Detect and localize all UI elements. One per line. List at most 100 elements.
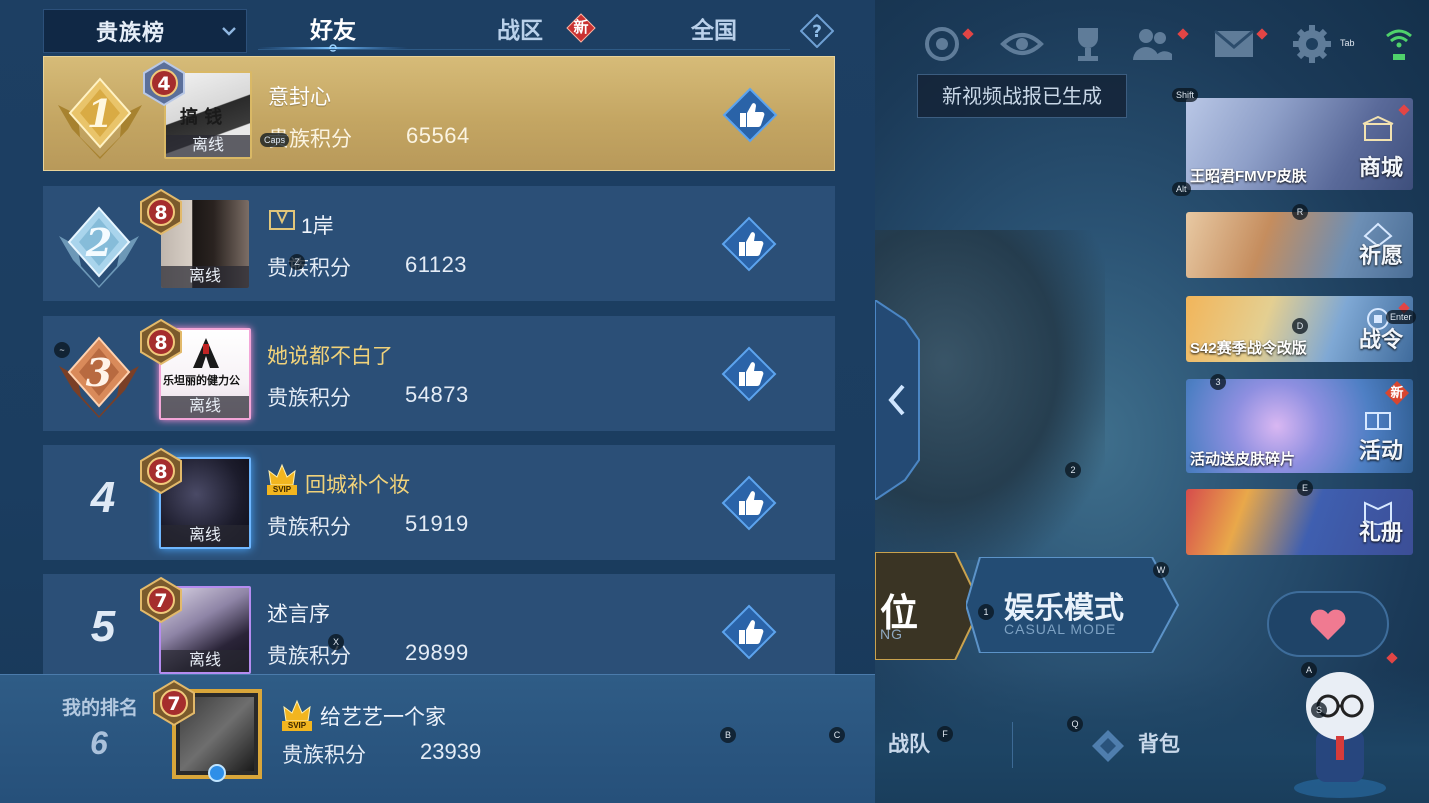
thumbs-up-icon[interactable]	[721, 604, 777, 660]
card-wish[interactable]: 祈愿	[1186, 212, 1413, 278]
key-hint-z: Z	[289, 254, 305, 270]
leaderboard-row[interactable]: 5 离线 7 述言序 贵族积分 29899 X	[43, 574, 835, 674]
leaderboard-row[interactable]: 1 搞 钱 离线 4 意封心 贵族积分 65564 Caps	[43, 56, 835, 171]
offline-label: 离线	[161, 396, 249, 418]
friends-icon[interactable]	[1130, 22, 1174, 66]
help-icon[interactable]: ?	[800, 14, 834, 48]
backpack-icon[interactable]	[1088, 726, 1128, 766]
new-badge-label: 新	[573, 19, 589, 36]
ranked-mode-sublabel: NG	[880, 626, 903, 642]
score-label: 贵族积分	[267, 387, 351, 410]
new-badge-label: 新	[1390, 385, 1404, 400]
my-score-value: 23939	[420, 739, 482, 764]
tab-national[interactable]: 全国	[664, 10, 764, 50]
key-hint-w: W	[1153, 562, 1169, 578]
leaderboard-type-dropdown[interactable]: 贵族榜	[43, 9, 247, 53]
key-hint-tab: Tab	[1340, 38, 1355, 48]
card-title: 祈愿	[1358, 243, 1403, 268]
level-badge: 8	[140, 188, 182, 236]
casual-mode-button[interactable]: 娱乐模式 CASUAL MODE	[966, 557, 1180, 653]
key-hint-r: R	[1292, 204, 1308, 220]
offline-label: 离线	[161, 525, 249, 547]
casual-mode-sublabel: CASUAL MODE	[1004, 621, 1117, 637]
key-hint-a: A	[1301, 662, 1317, 678]
card-events[interactable]: 活动 活动送皮肤碎片 新	[1186, 379, 1413, 473]
bag-button[interactable]: 背包	[1138, 728, 1180, 758]
score-label: 贵族积分	[267, 257, 351, 280]
my-rank-number: 6	[90, 725, 108, 761]
card-subtitle: 王昭君FMVP皮肤	[1190, 168, 1307, 185]
leaderboard-row[interactable]: 2 离线 8 1岸 贵族积分 61123 Z	[43, 186, 835, 301]
svg-text:?: ?	[812, 22, 822, 42]
key-hint-c: C	[829, 727, 845, 743]
new-badge: 新	[1385, 381, 1409, 405]
thumbs-up-icon[interactable]	[721, 346, 777, 402]
card-shop[interactable]: 商城 王昭君FMVP皮肤	[1186, 98, 1413, 190]
mail-icon[interactable]	[1212, 22, 1256, 66]
level-badge: 8	[140, 447, 182, 495]
thumbs-up-icon[interactable]	[722, 87, 778, 143]
gift-icon	[1365, 412, 1391, 430]
level-badge: 8	[140, 318, 182, 366]
card-title: 商城	[1358, 155, 1403, 180]
team-button[interactable]: 战队	[888, 728, 930, 758]
trophy-icon[interactable]	[1066, 22, 1110, 66]
assistant-mascot[interactable]	[1280, 650, 1400, 800]
svip-crown-icon	[268, 463, 296, 486]
key-hint-3: 3	[1210, 374, 1226, 390]
score-label: 贵族积分	[267, 516, 351, 539]
tab-zone[interactable]: 战区	[470, 10, 570, 50]
leaderboard-row[interactable]: 4 离线 8 SVIP 回城补个妆 贵族积分 51919	[43, 445, 835, 560]
svg-text:1: 1	[87, 91, 113, 136]
svip-badge: SVIP	[267, 463, 297, 497]
card-title: 活动	[1358, 438, 1403, 463]
key-hint-enter: Enter	[1386, 310, 1416, 324]
key-hint-caps: Caps	[260, 133, 290, 147]
rank-number: 4	[90, 473, 116, 522]
level-badge: 4	[143, 59, 185, 107]
my-player-name: 给艺艺一个家	[320, 706, 446, 729]
score-label: 贵族积分	[282, 744, 366, 767]
thumbs-up-icon[interactable]	[721, 216, 777, 272]
thumbs-up-icon[interactable]	[721, 475, 777, 531]
tab-active-indicator	[258, 44, 408, 52]
card-subtitle: S42赛季战令改版	[1190, 340, 1307, 357]
chevron-down-icon	[222, 27, 236, 36]
dropdown-label: 贵族榜	[96, 20, 166, 45]
favorite-bubble[interactable]	[1266, 590, 1390, 658]
key-hint-d: D	[1292, 318, 1308, 334]
level-badge: 7	[153, 679, 195, 727]
new-badge: 新	[566, 13, 596, 43]
card-title: 礼册	[1358, 520, 1403, 545]
gear-icon[interactable]	[1290, 22, 1334, 66]
score-value: 65564	[406, 123, 470, 148]
bottom-divider	[1012, 722, 1013, 768]
key-hint-tilde: ~	[54, 342, 70, 358]
key-hint-shift: Shift	[1172, 88, 1199, 102]
video-report-toast[interactable]: 新视频战报已生成	[917, 74, 1127, 118]
offline-label: 离线	[161, 650, 249, 672]
svip-label: SVIP	[267, 485, 297, 495]
level-badge: 7	[140, 576, 182, 624]
radar-icon[interactable]	[920, 22, 964, 66]
shop-icon	[1362, 116, 1394, 141]
score-value: 61123	[405, 252, 468, 277]
card-gift-book[interactable]: 礼册	[1186, 489, 1413, 555]
key-hint-b: B	[720, 727, 736, 743]
svip-label: SVIP	[282, 721, 312, 731]
collapse-panel-button[interactable]	[875, 300, 921, 500]
svg-text:3: 3	[86, 350, 112, 395]
card-title: 战令	[1358, 327, 1403, 352]
game-screen: 贵族榜 好友 战区 新 全国 ? 1 搞 钱 离线 4 意封心 贵族积分 655…	[0, 0, 1429, 803]
svip-crown-icon	[283, 699, 311, 722]
leaderboard-row[interactable]: 3 乐坦丽的健力公 离线 8 她说都不白了 贵族积分 54873	[43, 316, 835, 431]
player-name: 述言序	[267, 603, 330, 626]
score-value: 29899	[405, 640, 469, 665]
key-hint-s: S	[1311, 702, 1327, 718]
score-value: 54873	[405, 382, 469, 407]
company-logo-icon	[193, 338, 219, 368]
key-hint-q: Q	[1067, 716, 1083, 732]
key-hint-x: X	[328, 634, 344, 650]
replay-eye-icon[interactable]	[1000, 22, 1044, 66]
key-hint-f: F	[937, 726, 953, 742]
